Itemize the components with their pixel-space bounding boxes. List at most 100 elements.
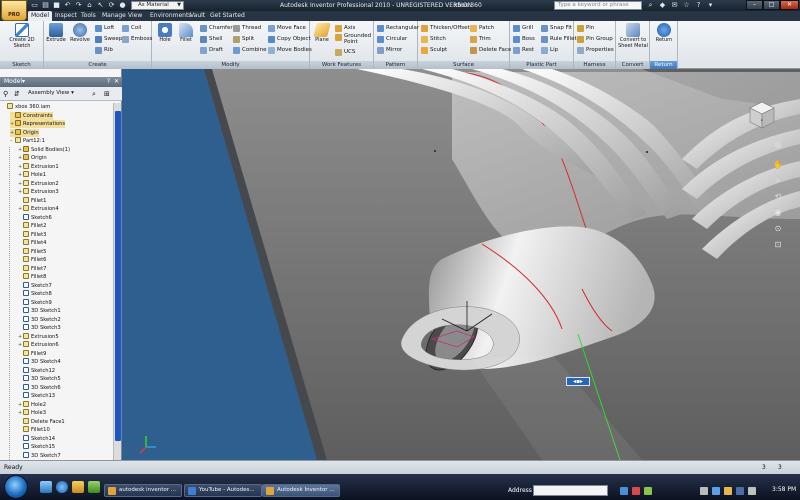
tree-node[interactable]: Sketch15 — [18, 443, 55, 451]
viewcube-home-icon[interactable]: ⌂ — [761, 117, 764, 122]
tree-node[interactable]: – Part12:1 — [10, 137, 45, 145]
tray-app-icon[interactable] — [712, 487, 720, 495]
emboss-button[interactable]: Emboss — [122, 35, 152, 44]
tree-node[interactable]: Sketch9 — [18, 298, 52, 307]
lip-button[interactable]: Lip — [541, 46, 558, 55]
zoom-all-icon[interactable]: ⊡ — [772, 239, 784, 250]
clock[interactable]: 3:58 PM — [772, 486, 796, 493]
move-face-button[interactable]: Move Face — [268, 24, 306, 33]
revolve-button[interactable]: Revolve — [69, 23, 91, 44]
tree-node[interactable]: + Extrusion5 — [18, 332, 59, 341]
browser-scrollbar[interactable] — [113, 103, 121, 460]
pin-button[interactable]: Pin — [577, 24, 594, 33]
tree-node[interactable]: 3D Sketch5 — [18, 375, 61, 383]
fillet-button[interactable]: Fillet — [177, 23, 195, 44]
browser-icon[interactable] — [56, 481, 68, 493]
update-icon[interactable]: ⟳ — [107, 1, 116, 10]
sculpt-button[interactable]: Sculpt — [421, 46, 447, 55]
new-icon[interactable]: ▭ — [30, 1, 39, 10]
tab-model[interactable]: Model — [28, 11, 53, 21]
tree-node[interactable]: Fillet6 — [18, 256, 46, 264]
tree-node[interactable]: 3D Sketch7 — [18, 451, 61, 460]
copy-object-button[interactable]: Copy Object — [268, 35, 311, 44]
zoom-icon[interactable]: ⌕ — [772, 175, 784, 186]
tree-node[interactable]: + Hole2 — [18, 400, 46, 409]
tree-node[interactable]: Fillet9 — [18, 349, 46, 358]
help-icon[interactable]: ? — [694, 1, 703, 10]
taskbar-item-inventor-1[interactable]: autodesk inventor ... — [104, 484, 182, 497]
graphics-viewport[interactable]: ⌂ ◎ ✋ ⌕ ⟲ ◉ ⊙ ⊡ ◂▪▸ — [122, 69, 800, 460]
address-input[interactable] — [533, 485, 608, 496]
maximize-button[interactable]: □ — [763, 0, 780, 10]
axis-button[interactable]: Axis — [335, 24, 355, 33]
tree-node[interactable]: Fillet1 — [18, 196, 46, 205]
update-icon[interactable] — [644, 487, 652, 495]
subscription-icon[interactable]: ◆ — [658, 1, 667, 10]
tree-node[interactable]: + Extrusion4 — [18, 205, 59, 213]
rectangular-button[interactable]: Rectangular — [377, 24, 419, 33]
close-icon[interactable]: ✕ — [114, 77, 119, 87]
tree-node[interactable]: 3D Sketch6 — [18, 383, 61, 392]
search-icon[interactable]: ⌕ — [92, 90, 96, 99]
close-button[interactable]: ✕ — [780, 0, 799, 10]
assembly-view-dropdown[interactable]: Assembly View ▾ — [28, 90, 74, 96]
rib-button[interactable]: Rib — [95, 46, 113, 55]
patch-button[interactable]: Patch — [470, 24, 494, 33]
plane-button[interactable]: Plane — [312, 23, 332, 44]
rest-button[interactable]: Rest — [513, 46, 534, 55]
tree-node[interactable]: Fillet5 — [18, 247, 46, 256]
rule-fillet-button[interactable]: Rule Fillet — [541, 35, 577, 44]
tab-get-started[interactable]: Get Started — [207, 11, 248, 21]
tree-node[interactable]: Delete Face1 — [18, 417, 65, 426]
tree-node[interactable]: 3D Sketch4 — [18, 358, 61, 366]
tree-node[interactable]: Fillet2 — [18, 222, 46, 230]
tree-node[interactable]: Fillet4 — [18, 239, 46, 247]
application-menu-button[interactable]: PRO — [1, 0, 27, 21]
home-icon[interactable]: ⌂ — [85, 1, 94, 10]
full-nav-wheel-icon[interactable]: ⊙ — [772, 223, 784, 234]
hole-button[interactable]: Hole — [156, 23, 174, 44]
sort-icon[interactable]: ⇵ — [14, 90, 20, 98]
tree-node[interactable]: + Extrusion3 — [18, 188, 59, 196]
color-icon[interactable]: ● — [118, 1, 127, 10]
tree-node[interactable]: Fillet10 — [18, 426, 50, 434]
circular-button[interactable]: Circular — [377, 35, 407, 44]
volume-icon[interactable] — [700, 487, 708, 495]
help-dropdown-icon[interactable]: ▾ — [706, 1, 715, 10]
tree-node[interactable]: Sketch12 — [18, 366, 55, 375]
chamfer-button[interactable]: Chamfer — [200, 24, 233, 33]
pin-group-button[interactable]: Pin Group — [577, 35, 613, 44]
help-search-input[interactable]: Type a keyword or phrase — [554, 1, 642, 10]
thicken-offset-button[interactable]: Thicken/Offset — [421, 24, 470, 33]
sweep-button[interactable]: Sweep — [95, 35, 122, 44]
coil-button[interactable]: Coil — [122, 24, 141, 33]
media-icon[interactable] — [88, 481, 100, 493]
material-dropdown[interactable]: As Material ▼ — [131, 1, 184, 10]
minimize-button[interactable]: – — [746, 0, 763, 10]
tray-app-icon[interactable] — [748, 487, 756, 495]
grounded-point-button[interactable]: Grounded Point — [335, 33, 376, 46]
orbit-icon[interactable]: ⟲ — [772, 191, 784, 202]
boss-button[interactable]: Boss — [513, 35, 535, 44]
tree-node[interactable]: 3D Sketch2 — [18, 315, 61, 324]
trim-button[interactable]: Trim — [470, 35, 491, 44]
network-icon[interactable] — [620, 487, 628, 495]
tree-node[interactable]: + Solid Bodies(1) — [18, 145, 70, 154]
create-2d-sketch-button[interactable]: Create 2D Sketch — [6, 23, 38, 49]
undo-icon[interactable]: ↶ — [63, 1, 72, 10]
show-desktop-icon[interactable] — [40, 481, 52, 493]
tree-node[interactable]: + Hole1 — [18, 171, 46, 179]
convert-to-sheet-metal-button[interactable]: Convert to Sheet Metal — [617, 23, 649, 49]
steering-wheel-icon[interactable]: ◎ — [772, 139, 784, 150]
tree-node[interactable]: + Origin — [18, 154, 47, 162]
tree-node[interactable]: Constraints — [10, 111, 53, 120]
favorites-icon[interactable]: ☆ — [682, 1, 691, 10]
tree-node[interactable]: + Representations — [10, 120, 66, 128]
return-button[interactable]: Return — [652, 23, 676, 44]
tray-app-icon[interactable] — [724, 487, 732, 495]
communication-icon[interactable]: ✉ — [670, 1, 679, 10]
antivirus-icon[interactable] — [632, 487, 640, 495]
tree-node[interactable]: + Origin — [10, 128, 39, 137]
filter-icon[interactable]: ⚲ — [3, 90, 8, 98]
tree-node[interactable]: 3D Sketch3 — [18, 324, 61, 332]
